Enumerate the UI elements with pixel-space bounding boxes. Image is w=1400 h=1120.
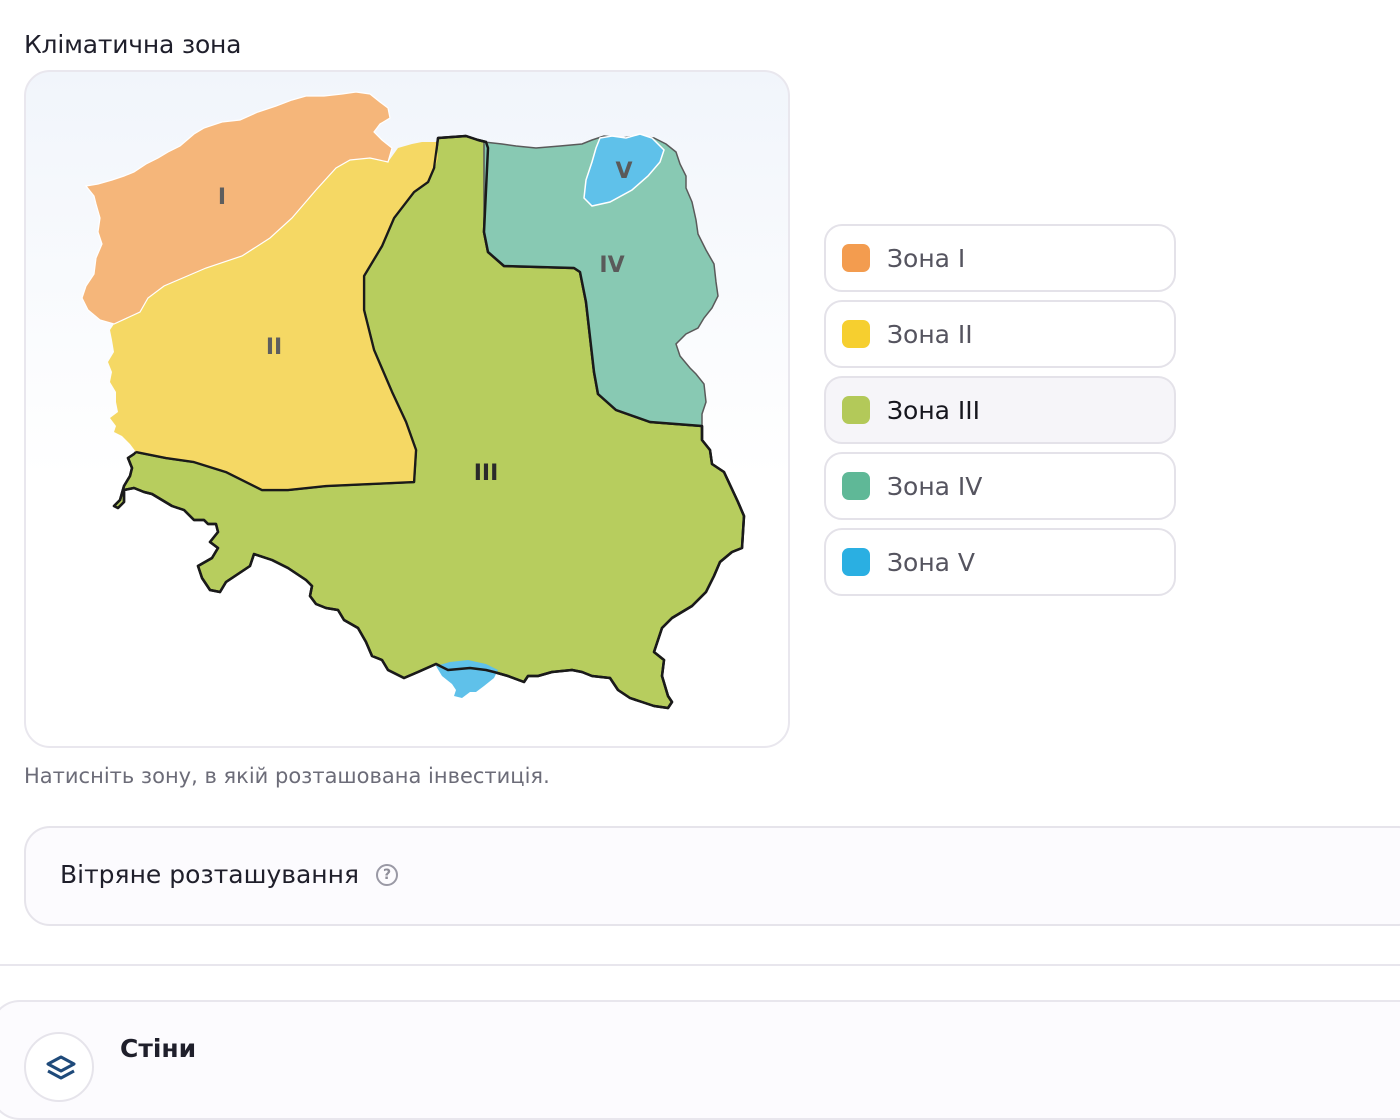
zone-option-2[interactable]: Зона II xyxy=(824,300,1176,368)
zone-color-swatch xyxy=(842,244,870,272)
layers-icon xyxy=(24,1032,94,1102)
zone-option-3[interactable]: Зона III xyxy=(824,376,1176,444)
zone-selector-list: Зона I Зона II Зона III Зона IV Зона V xyxy=(824,224,1176,604)
zone-color-swatch xyxy=(842,548,870,576)
zone-option-label: Зона IV xyxy=(887,471,983,501)
map-label-zone-4: IV xyxy=(599,253,624,278)
walls-section-title: Стіни xyxy=(120,1034,197,1063)
zone-option-1[interactable]: Зона I xyxy=(824,224,1176,292)
zone-option-4[interactable]: Зона IV xyxy=(824,452,1176,520)
map-label-zone-2: II xyxy=(266,335,282,360)
climate-zone-map: I II III IV V xyxy=(24,70,790,748)
wind-location-toggle[interactable]: Вітряне розташування ? xyxy=(24,826,1400,926)
map-label-zone-1: I xyxy=(218,185,226,210)
wind-location-label: Вітряне розташування xyxy=(60,860,360,889)
poland-map-svg: I II III IV V xyxy=(81,91,746,710)
zone-option-label: Зона II xyxy=(887,319,973,349)
zone-option-label: Зона V xyxy=(887,547,976,577)
map-hint: Натисніть зону, в якій розташована інвес… xyxy=(24,764,550,788)
zone-color-swatch xyxy=(842,396,870,424)
walls-section[interactable] xyxy=(0,1000,1400,1120)
map-zone-5-south[interactable] xyxy=(436,660,498,698)
zone-color-swatch xyxy=(842,472,870,500)
zone-option-label: Зона III xyxy=(887,395,981,425)
zone-option-5[interactable]: Зона V xyxy=(824,528,1176,596)
map-label-zone-5: V xyxy=(615,159,632,184)
climate-zone-title: Кліматична зона xyxy=(24,30,242,59)
map-label-zone-3: III xyxy=(474,461,499,486)
zone-color-swatch xyxy=(842,320,870,348)
question-circle-icon[interactable]: ? xyxy=(376,864,398,886)
zone-option-label: Зона I xyxy=(887,243,966,273)
